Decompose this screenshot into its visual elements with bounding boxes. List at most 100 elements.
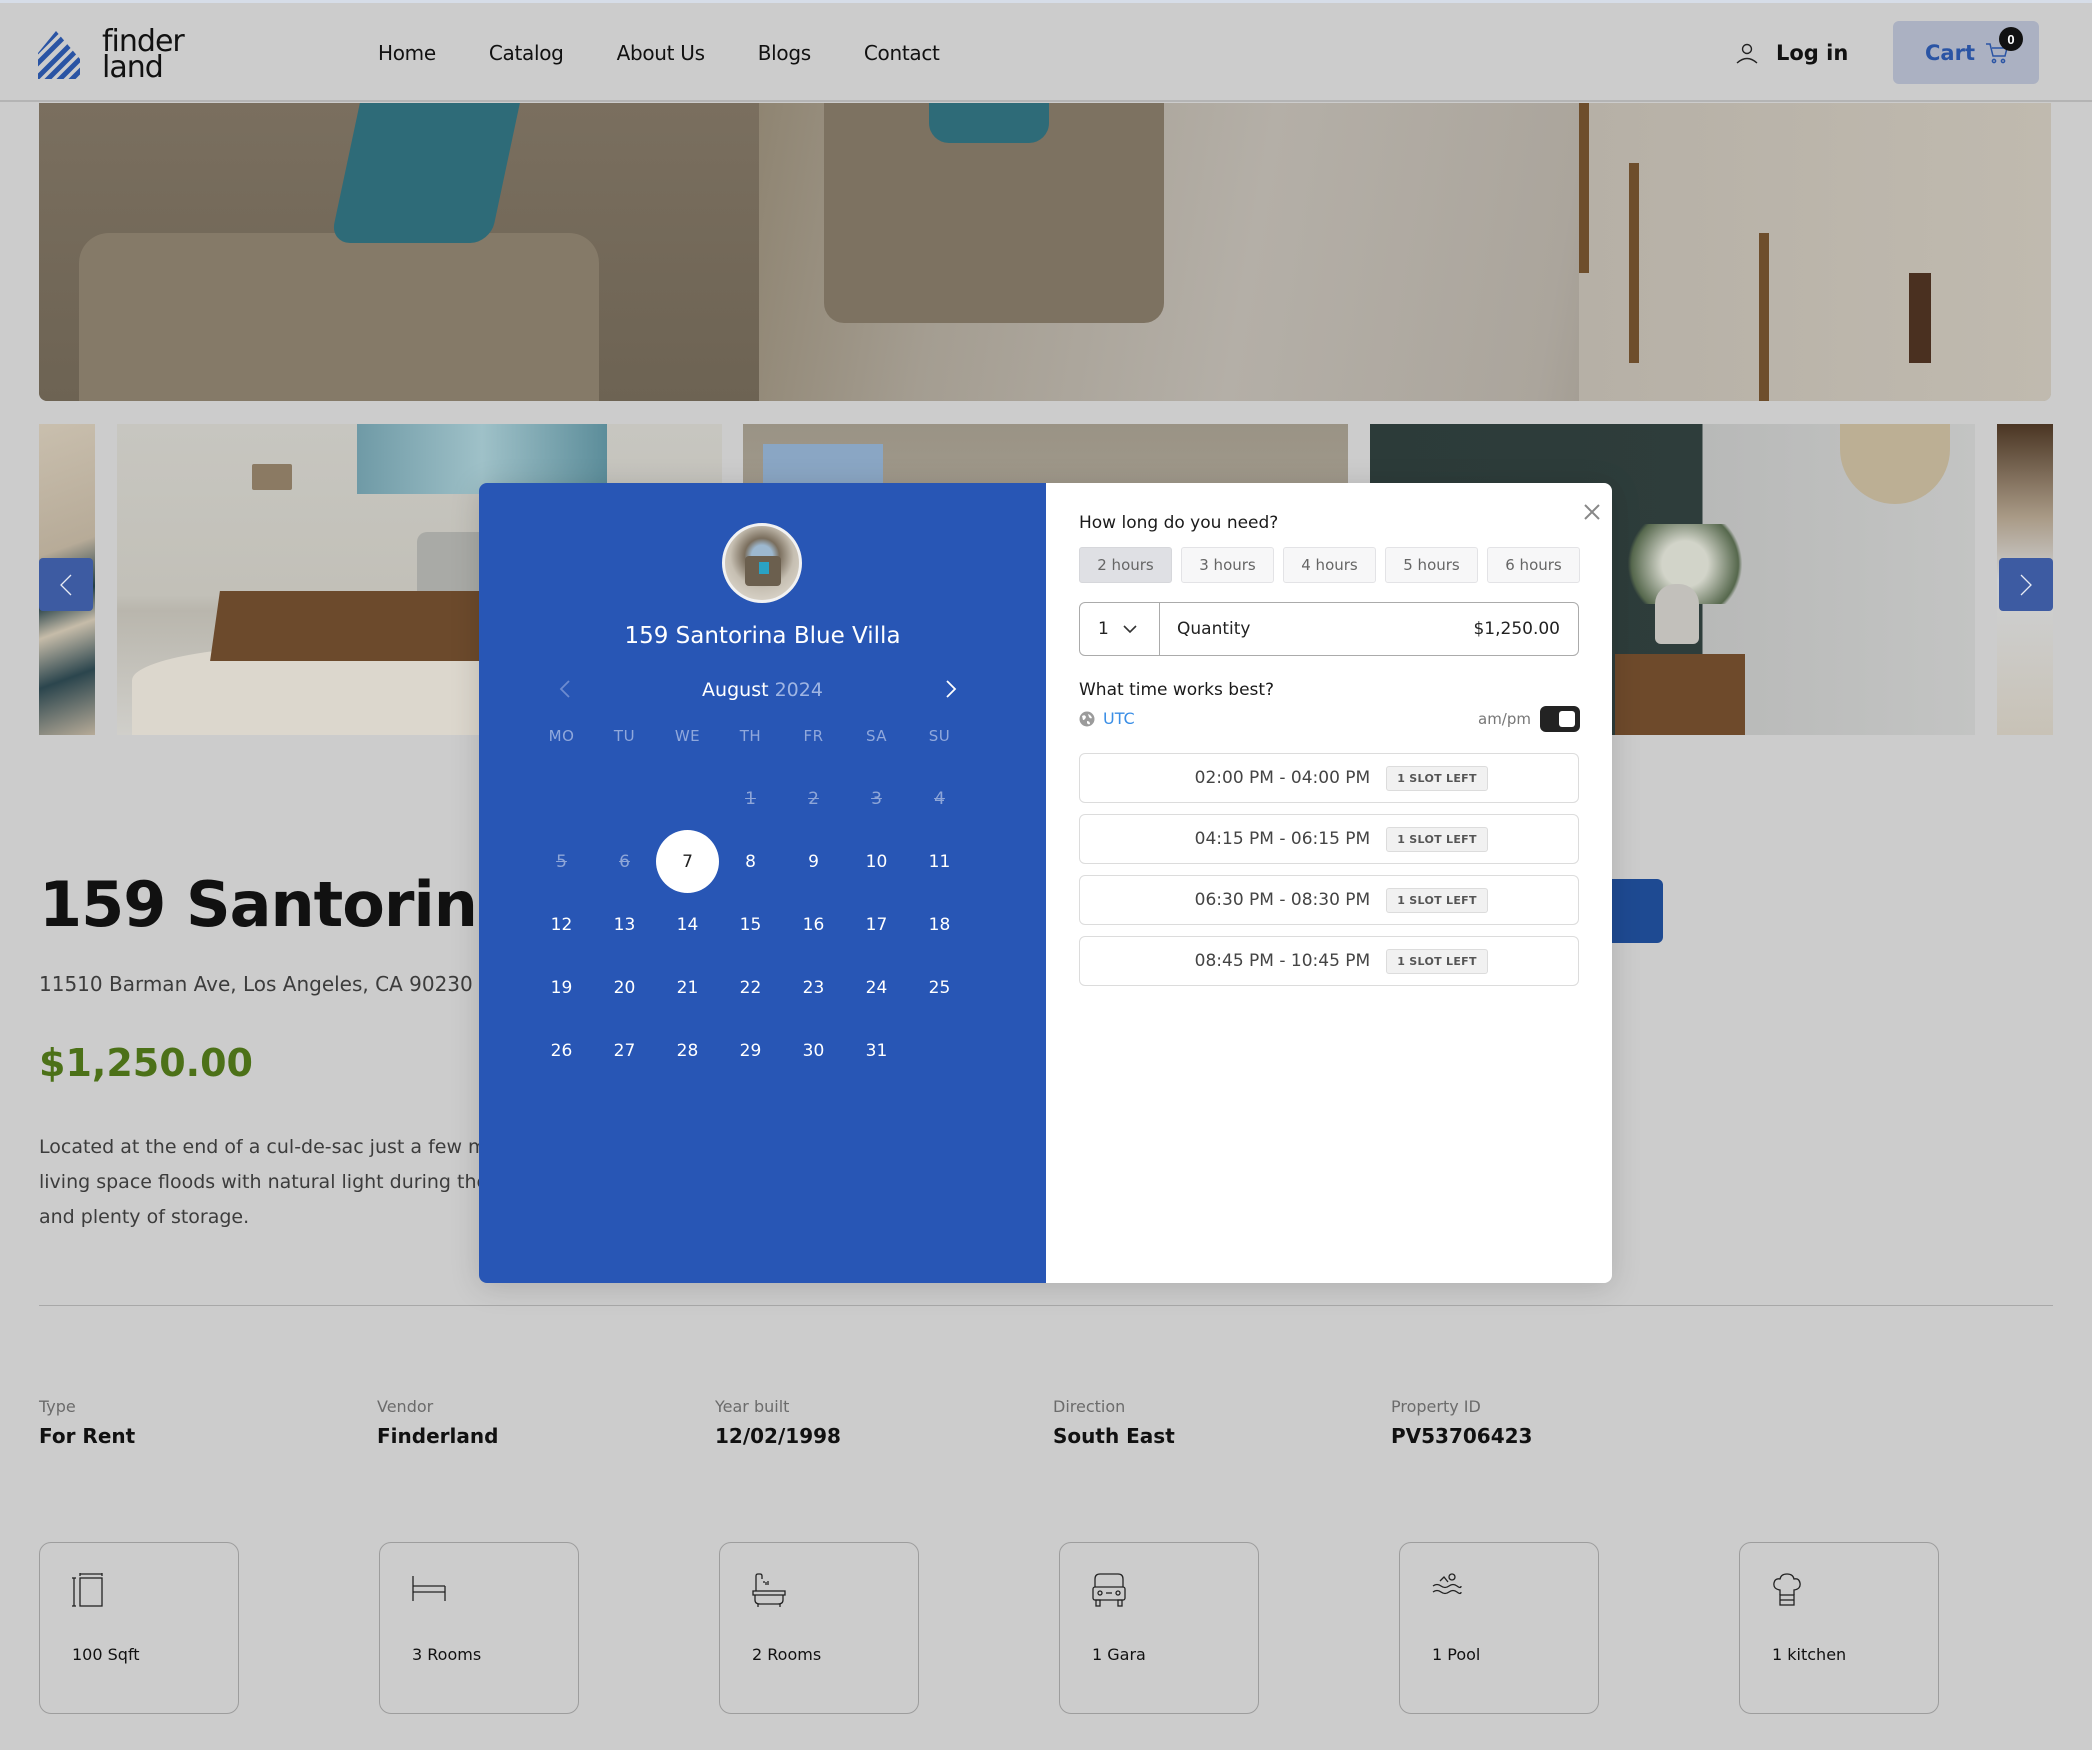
calendar-day-number: 21 xyxy=(676,977,699,998)
quantity-field: 1 Quantity $1,250.00 xyxy=(1079,602,1579,656)
duration-option[interactable]: 2 hours xyxy=(1079,547,1172,583)
logo-text: finder land xyxy=(102,27,185,83)
calendar-day-number: 31 xyxy=(865,1040,888,1061)
calendar-day[interactable]: 16 xyxy=(782,893,845,956)
spec-label: Type xyxy=(39,1397,76,1416)
nav-contact[interactable]: Contact xyxy=(864,41,940,65)
calendar-day-number: 10 xyxy=(865,851,888,872)
logo[interactable]: finder land xyxy=(38,27,185,83)
calendar-day[interactable]: 12 xyxy=(530,893,593,956)
calendar-day[interactable]: 29 xyxy=(719,1019,782,1082)
calendar-day-number: 3 xyxy=(871,788,882,809)
duration-option[interactable]: 3 hours xyxy=(1181,547,1274,583)
calendar-day: 3 xyxy=(845,767,908,830)
user-icon xyxy=(1736,43,1758,64)
time-slot-range: 06:30 PM - 08:30 PM xyxy=(1194,890,1371,910)
calendar-day[interactable]: 20 xyxy=(593,956,656,1019)
calendar-empty-cell xyxy=(530,767,593,830)
calendar-day[interactable]: 11 xyxy=(908,830,971,893)
nav-home[interactable]: Home xyxy=(378,41,436,65)
calendar-day[interactable]: 15 xyxy=(719,893,782,956)
calendar-day[interactable]: 18 xyxy=(908,893,971,956)
duration-option[interactable]: 5 hours xyxy=(1385,547,1478,583)
time-slot[interactable]: 02:00 PM - 04:00 PM 1 SLOT LEFT xyxy=(1079,753,1579,803)
calendar-day[interactable]: 26 xyxy=(530,1019,593,1082)
calendar-header: August 2024 xyxy=(479,677,1046,707)
cart-button[interactable]: Cart 0 xyxy=(1893,21,2039,84)
time-slot[interactable]: 04:15 PM - 06:15 PM 1 SLOT LEFT xyxy=(1079,814,1579,864)
calendar-day[interactable]: 25 xyxy=(908,956,971,1019)
close-button[interactable] xyxy=(1581,501,1603,523)
ampm-toggle[interactable] xyxy=(1540,706,1580,732)
duration-option[interactable]: 6 hours xyxy=(1487,547,1580,583)
calendar-day[interactable]: 30 xyxy=(782,1019,845,1082)
feature-text: 1 Gara xyxy=(1092,1645,1146,1664)
time-slot[interactable]: 08:45 PM - 10:45 PM 1 SLOT LEFT xyxy=(1079,936,1579,986)
calendar-day[interactable]: 17 xyxy=(845,893,908,956)
bed-icon xyxy=(412,1576,446,1601)
calendar-day[interactable]: 31 xyxy=(845,1019,908,1082)
login-label: Log in xyxy=(1776,41,1849,65)
calendar-day-number: 26 xyxy=(550,1040,573,1061)
feature-card-bedrooms: 3 Rooms xyxy=(379,1542,579,1714)
calendar-day-number: 18 xyxy=(928,914,951,935)
chevron-down-icon xyxy=(1123,624,1137,633)
calendar-day[interactable]: 23 xyxy=(782,956,845,1019)
main-nav: Home Catalog About Us Blogs Contact xyxy=(378,41,993,65)
calendar-day[interactable]: 22 xyxy=(719,956,782,1019)
thumb-wreath xyxy=(1840,424,1950,504)
pool-icon xyxy=(1432,1573,1462,1595)
login-button[interactable]: Log in xyxy=(1736,41,1848,65)
time-slot-range: 08:45 PM - 10:45 PM xyxy=(1194,951,1371,971)
property-specs: Type For Rent Vendor Finderland Year bui… xyxy=(39,1397,1729,1448)
duration-options: 2 hours 3 hours 4 hours 5 hours 6 hours xyxy=(1079,547,1580,583)
time-slot[interactable]: 06:30 PM - 08:30 PM 1 SLOT LEFT xyxy=(1079,875,1579,925)
calendar-day[interactable]: 8 xyxy=(719,830,782,893)
booking-title: 159 Santorina Blue Villa xyxy=(624,623,901,649)
calendar-empty-cell xyxy=(656,767,719,830)
chevron-left-icon xyxy=(60,574,72,595)
chevron-right-icon xyxy=(2020,574,2032,595)
quantity-label: Quantity xyxy=(1177,619,1251,639)
timezone-selector[interactable]: UTC xyxy=(1079,709,1135,728)
calendar-panel: 159 Santorina Blue Villa August 2024 MO … xyxy=(479,483,1046,1283)
duration-option[interactable]: 4 hours xyxy=(1283,547,1376,583)
calendar-day[interactable]: 14 xyxy=(656,893,719,956)
calendar-day[interactable]: 28 xyxy=(656,1019,719,1082)
calendar-day[interactable]: 19 xyxy=(530,956,593,1019)
hero-pillow-2 xyxy=(929,103,1049,143)
toggle-knob xyxy=(1559,711,1575,727)
calendar-day-number: 27 xyxy=(613,1040,636,1061)
calendar-day[interactable]: 13 xyxy=(593,893,656,956)
duration-question: How long do you need? xyxy=(1079,513,1279,533)
gallery-prev-button[interactable] xyxy=(39,558,93,611)
calendar-day-selected[interactable]: 7 xyxy=(656,830,719,893)
calendar-day-number: 30 xyxy=(802,1040,825,1061)
next-month-button[interactable] xyxy=(945,679,957,704)
gallery-next-button[interactable] xyxy=(1999,558,2053,611)
nav-blogs[interactable]: Blogs xyxy=(758,41,811,65)
calendar-day[interactable]: 27 xyxy=(593,1019,656,1082)
chef-hat-icon xyxy=(1773,1573,1801,1606)
weekday-label: FR xyxy=(803,727,824,745)
calendar-day[interactable]: 10 xyxy=(845,830,908,893)
booking-options-panel: How long do you need? 2 hours 3 hours 4 ho… xyxy=(1046,483,1612,1283)
nav-catalog[interactable]: Catalog xyxy=(489,41,564,65)
quantity-select[interactable]: 1 xyxy=(1080,603,1160,655)
calendar-day[interactable]: 9 xyxy=(782,830,845,893)
calendar-empty-cell xyxy=(593,767,656,830)
calendar-day[interactable]: 24 xyxy=(845,956,908,1019)
hero-pillow xyxy=(330,103,520,243)
calendar-day: 2 xyxy=(782,767,845,830)
calendar-day[interactable]: 21 xyxy=(656,956,719,1019)
hero-chair-leg xyxy=(1629,163,1639,363)
calendar-day-number: 28 xyxy=(676,1040,699,1061)
spec-value: South East xyxy=(1053,1424,1175,1448)
calendar-month: August xyxy=(702,679,769,701)
timezone-label: UTC xyxy=(1103,709,1135,728)
feature-text: 1 Pool xyxy=(1432,1645,1481,1664)
globe-icon xyxy=(1079,711,1095,726)
calendar-day-number: 24 xyxy=(865,977,888,998)
nav-about-us[interactable]: About Us xyxy=(617,41,705,65)
feature-text: 1 kitchen xyxy=(1772,1645,1847,1664)
